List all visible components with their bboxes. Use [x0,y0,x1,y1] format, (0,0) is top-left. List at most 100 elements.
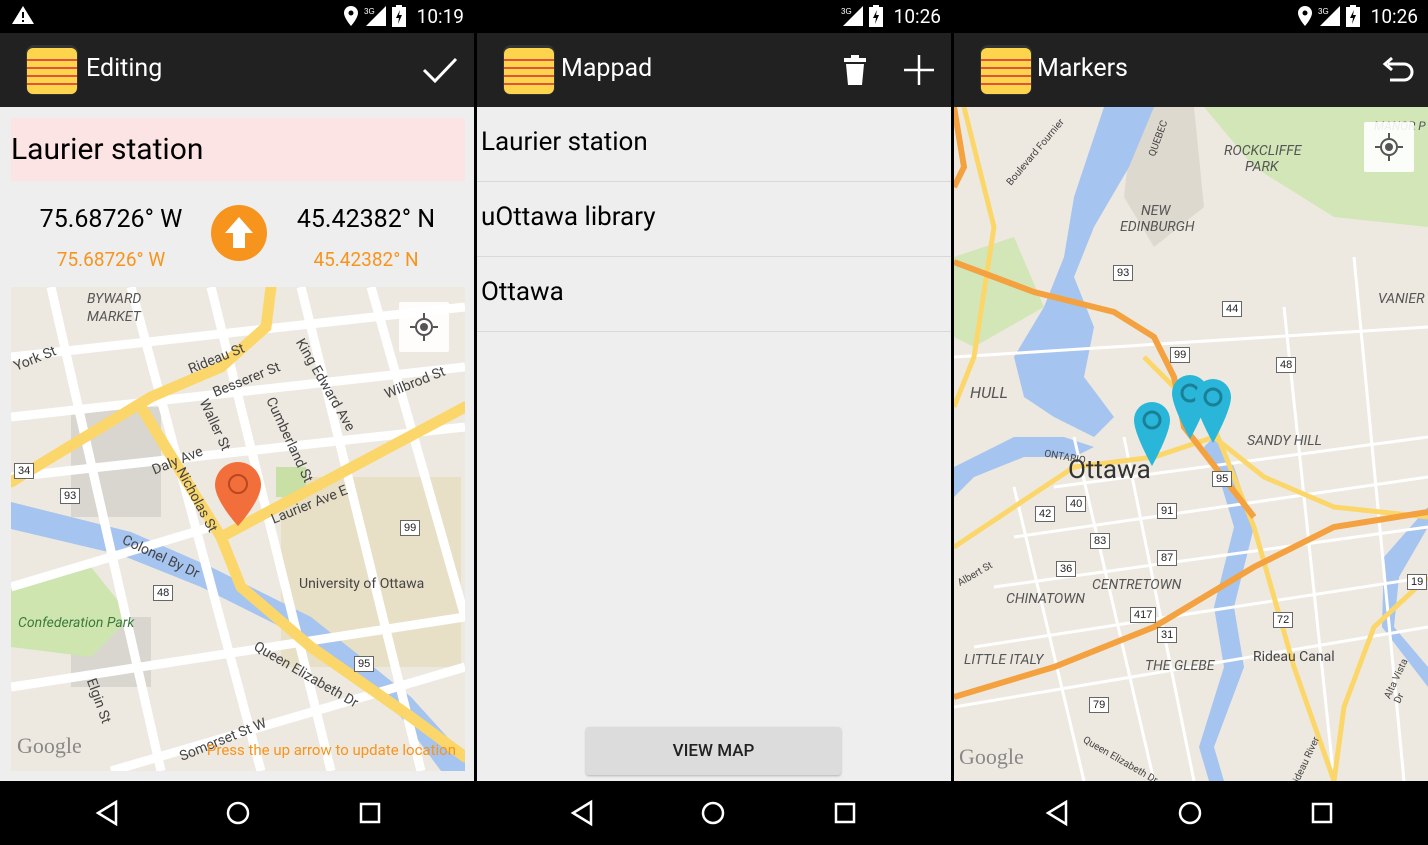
map-canvas [954,107,1428,781]
home-icon[interactable] [699,799,727,827]
map-label: HULL [970,383,1008,402]
route-shield: 99 [400,520,421,536]
up-arrow-icon [225,217,253,248]
save-button[interactable] [420,50,460,90]
google-logo: Google [17,733,82,758]
map-label: VANIER [1378,291,1425,307]
home-icon[interactable] [1176,799,1204,827]
map-label: Rideau Canal [1253,649,1335,665]
map-label: University of Ottawa [299,576,425,592]
hint-text: Press the up arrow to update location [206,741,456,759]
status-bar: 3G 10:26 [954,0,1428,33]
map-marker-icon[interactable] [1134,402,1170,466]
route-shield: 87 [1157,550,1178,566]
my-location-button[interactable] [1364,122,1414,172]
route-shield: 34 [14,463,35,479]
latitude-saved: 45.42382° N [296,205,436,234]
map-canvas [11,287,465,771]
svg-text:3G: 3G [364,7,375,16]
crosshair-icon [1375,133,1403,161]
list-item[interactable]: Ottawa [477,257,951,332]
location-marker-icon [215,462,261,526]
route-shield: 36 [1056,561,1077,577]
undo-button[interactable] [1378,50,1418,90]
map-marker-icon[interactable] [1195,379,1231,443]
notepad-logo-icon [503,45,555,95]
location-map[interactable]: BYWARD MARKET York St Rideau St Besserer… [11,287,465,771]
route-shield: 93 [1113,265,1134,281]
route-shield: 95 [1212,471,1233,487]
crosshair-icon [410,313,438,341]
longitude-current: 75.68726° W [56,248,166,271]
longitude-block: 75.68726° W 75.68726° W [30,205,192,271]
my-location-button[interactable] [399,302,449,352]
svg-text:3G: 3G [841,7,852,16]
checkmark-icon [422,57,458,84]
route-shield: 91 [1157,503,1178,519]
signal-icon: 3G [1318,6,1340,26]
route-shield: 44 [1222,301,1243,317]
home-icon[interactable] [224,799,252,827]
list-item[interactable]: uOttawa library [477,182,951,257]
route-shield: 83 [1090,533,1111,549]
update-location-button[interactable] [211,205,267,261]
plus-icon [904,55,934,85]
app-bar: Mappad [477,33,951,107]
latitude-current: 45.42382° N [313,248,419,271]
route-shield: 40 [1066,496,1087,512]
view-map-button[interactable]: VIEW MAP [586,727,841,775]
route-shield: 93 [60,488,81,504]
route-shield: 42 [1035,506,1056,522]
battery-icon [1346,5,1360,27]
location-icon [344,6,358,26]
status-bar: 3G 10:26 [477,0,951,33]
status-icons: 3G [1298,5,1360,27]
map-label: THE GLEBE [1145,658,1215,674]
google-logo: Google [959,744,1024,769]
navigation-bar [477,781,951,845]
page-title: Editing [86,54,163,83]
svg-text:3G: 3G [1318,7,1329,16]
trash-icon [844,55,866,85]
signal-icon: 3G [841,6,863,26]
map-label: SANDY HILL [1247,433,1322,449]
screen-divider [951,0,954,845]
route-shield: 99 [1170,347,1191,363]
warning-icon [12,6,34,24]
map-label: BYWARD [87,291,142,307]
route-shield: 95 [354,656,375,672]
status-bar: 3G 10:19 [0,0,474,33]
status-icons: 3G [841,5,883,27]
route-shield: 48 [153,585,174,601]
markers-map[interactable]: ROCKCLIFFE PARK MANOR P NEW EDINBURGH VA… [954,107,1428,781]
route-shield: 417 [1130,607,1157,623]
map-label: ROCKCLIFFE [1224,143,1302,159]
navigation-bar [0,781,474,845]
delete-button[interactable] [835,50,875,90]
back-icon[interactable] [569,799,597,827]
add-button[interactable] [899,50,939,90]
battery-icon [392,5,406,27]
recents-icon[interactable] [1308,799,1336,827]
notepad-logo-icon [980,45,1032,95]
location-name-field[interactable]: Laurier station [11,118,465,181]
back-icon[interactable] [94,799,122,827]
route-shield: 79 [1089,697,1110,713]
status-time: 10:26 [1370,5,1418,28]
location-icon [1298,6,1312,26]
map-label: CHINATOWN [1006,591,1085,607]
map-label: MARKET [87,309,141,325]
status-icons: 3G [344,5,406,27]
status-time: 10:19 [416,5,464,28]
status-time: 10:26 [893,5,941,28]
map-label: Confederation Park [18,615,135,631]
route-shield: 19 [1407,574,1428,590]
longitude-saved: 75.68726° W [39,205,183,234]
screen-divider [474,0,477,845]
recents-icon[interactable] [831,799,859,827]
recents-icon[interactable] [356,799,384,827]
back-icon[interactable] [1044,799,1072,827]
list-item[interactable]: Laurier station [477,107,951,182]
page-title: Mappad [561,54,653,83]
markers-screen: 3G 10:26 Markers ROCKCLIFFE PARK P NEW E… [954,0,1428,845]
